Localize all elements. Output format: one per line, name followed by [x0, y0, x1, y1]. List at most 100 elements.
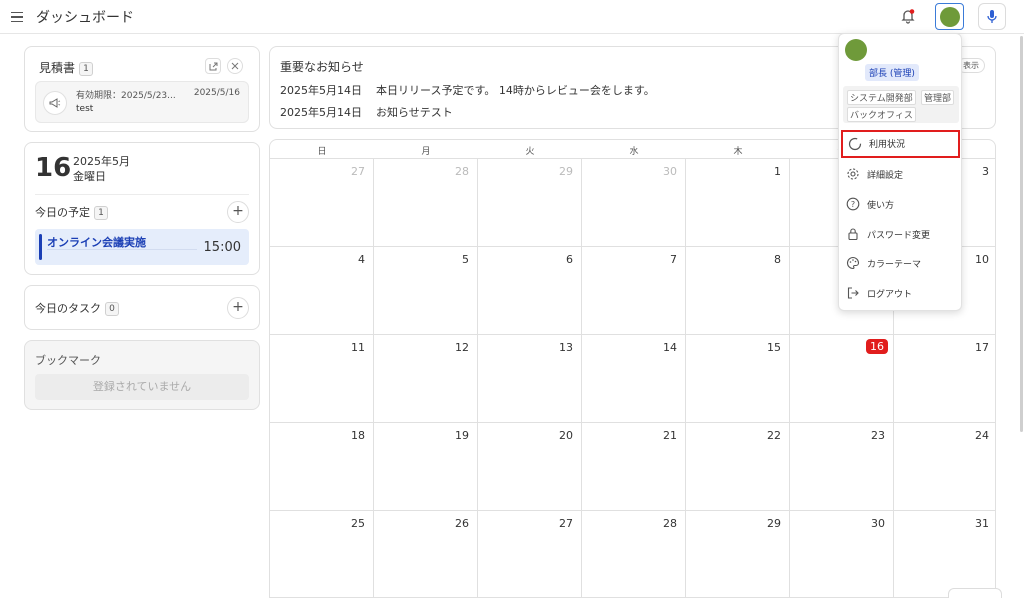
weekday-label: 日: [317, 147, 327, 157]
calendar-day-cell[interactable]: 16: [790, 335, 894, 423]
calendar-day-cell[interactable]: 25: [270, 511, 374, 597]
calendar-day-cell[interactable]: 24: [894, 423, 995, 511]
calendar-day-cell[interactable]: 8: [686, 247, 790, 335]
department-tag: 管理部: [921, 90, 955, 105]
calendar-day-number: 31: [975, 517, 989, 530]
calendar-day-number: 5: [462, 253, 469, 266]
calendar-day-cell[interactable]: 21: [582, 423, 686, 511]
calendar-day-cell[interactable]: 4: [270, 247, 374, 335]
menu-icon[interactable]: [9, 9, 25, 25]
help-icon: ?: [846, 197, 860, 211]
bell-icon[interactable]: [899, 7, 917, 25]
quote-title-text: 見積書: [39, 61, 76, 75]
megaphone-icon: [43, 91, 67, 115]
gear-icon: [847, 168, 859, 180]
weekday-label: 月: [421, 147, 431, 157]
menu-item-logout[interactable]: ログアウト: [839, 280, 963, 308]
weekday-label: 木: [733, 147, 743, 157]
announcement-text: お知らせテスト: [376, 106, 453, 119]
calendar-day-number: 14: [663, 341, 677, 354]
open-external-icon[interactable]: [205, 58, 221, 74]
menu-item-password[interactable]: パスワード変更: [839, 221, 963, 249]
calendar-day-cell[interactable]: 31: [894, 511, 995, 597]
menu-item-color-theme[interactable]: カラーテーマ: [839, 250, 963, 278]
user-menu: 部長 (管理) システム開発部 管理部 バックオフィス 利用状況 詳細設定 ? …: [838, 33, 962, 311]
divider: [35, 194, 249, 195]
calendar-day-cell[interactable]: 26: [374, 511, 478, 597]
event-item[interactable]: オンライン会議実施 15:00: [35, 229, 249, 265]
calendar-day-cell[interactable]: 22: [686, 423, 790, 511]
calendar-day-cell[interactable]: 11: [270, 335, 374, 423]
event-time: 15:00: [203, 240, 241, 255]
calendar-day-cell[interactable]: 6: [478, 247, 582, 335]
calendar-day-number: 28: [663, 517, 677, 530]
menu-item-label: 使い方: [867, 201, 895, 211]
top-header: ダッシュボード: [0, 0, 1024, 34]
calendar-day-number: 18: [351, 429, 365, 442]
event-detail-line: [47, 249, 197, 261]
announcement-text: 本日リリース予定です。 14時からレビュー会をします。: [376, 84, 655, 97]
calendar-day-cell[interactable]: 7: [582, 247, 686, 335]
today-month: 2025年5月: [73, 155, 130, 168]
calendar-day-cell[interactable]: 18: [270, 423, 374, 511]
calendar-day-cell[interactable]: 27: [478, 511, 582, 597]
calendar-day-cell[interactable]: 5: [374, 247, 478, 335]
schedule-title: 今日の予定 1: [35, 204, 108, 220]
bookmark-title: ブックマーク: [35, 354, 101, 367]
announcement-row[interactable]: 2025年5月14日 本日リリース予定です。 14時からレビュー会をします。: [280, 82, 655, 98]
avatar-button[interactable]: [935, 3, 964, 30]
calendar-day-cell[interactable]: 13: [478, 335, 582, 423]
quote-card: 見積書 1 有効期限：2025/5/23... 2025/5/16 test: [24, 46, 260, 132]
calendar-day-number: 13: [559, 341, 573, 354]
add-task-button[interactable]: +: [227, 297, 249, 319]
calendar-day-number: 20: [559, 429, 573, 442]
calendar-day-cell[interactable]: 12: [374, 335, 478, 423]
calendar-day-cell[interactable]: 15: [686, 335, 790, 423]
menu-avatar: [845, 39, 867, 61]
quote-count-badge: 1: [79, 62, 94, 76]
user-role-badge: 部長 (管理): [865, 64, 919, 81]
avatar: [939, 6, 960, 27]
calendar-day-cell[interactable]: 20: [478, 423, 582, 511]
announcement-date: 2025年5月14日: [280, 84, 362, 97]
logout-icon: [847, 287, 859, 299]
close-icon[interactable]: [227, 58, 243, 74]
add-schedule-button[interactable]: +: [227, 201, 249, 223]
tasks-count-badge: 0: [105, 302, 119, 316]
palette-icon: [847, 256, 860, 270]
calendar-day-cell[interactable]: 1: [686, 159, 790, 247]
calendar-day-cell[interactable]: 28: [374, 159, 478, 247]
calendar-day-cell[interactable]: 19: [374, 423, 478, 511]
announcements-title: 重要なお知らせ: [280, 60, 364, 74]
event-color-bar: [39, 234, 42, 260]
calendar-day-cell[interactable]: 30: [582, 159, 686, 247]
department-list: システム開発部 管理部 バックオフィス: [843, 86, 959, 123]
menu-item-help[interactable]: ? 使い方: [839, 191, 963, 219]
calendar-day-number: 8: [774, 253, 781, 266]
mic-button[interactable]: [978, 3, 1006, 30]
announcement-row[interactable]: 2025年5月14日 お知らせテスト: [280, 104, 453, 120]
calendar-day-cell[interactable]: 17: [894, 335, 995, 423]
today-day-number: 16: [35, 153, 72, 183]
tasks-title: 今日のタスク 0: [35, 300, 119, 316]
calendar-day-cell[interactable]: 29: [478, 159, 582, 247]
corner-control[interactable]: [948, 588, 1002, 598]
department-tag: システム開発部: [847, 90, 916, 105]
calendar-day-cell[interactable]: 27: [270, 159, 374, 247]
calendar-day-number: 28: [455, 165, 469, 178]
calendar-day-cell[interactable]: 14: [582, 335, 686, 423]
calendar-day-number: 17: [975, 341, 989, 354]
department-tag: バックオフィス: [847, 107, 916, 122]
bookmark-empty-state: 登録されていません: [35, 374, 249, 400]
menu-item-usage[interactable]: 利用状況: [841, 130, 960, 158]
menu-item-settings[interactable]: 詳細設定: [839, 161, 963, 189]
calendar-day-cell[interactable]: 30: [790, 511, 894, 597]
calendar-day-cell[interactable]: 28: [582, 511, 686, 597]
page-scrollbar[interactable]: [1020, 36, 1023, 432]
calendar-day-cell[interactable]: 23: [790, 423, 894, 511]
calendar-day-number: 26: [455, 517, 469, 530]
calendar-day-number: 16: [866, 339, 888, 354]
quote-list-item[interactable]: 有効期限：2025/5/23... 2025/5/16 test: [35, 81, 249, 123]
calendar-day-cell[interactable]: 29: [686, 511, 790, 597]
calendar-day-number: 23: [871, 429, 885, 442]
